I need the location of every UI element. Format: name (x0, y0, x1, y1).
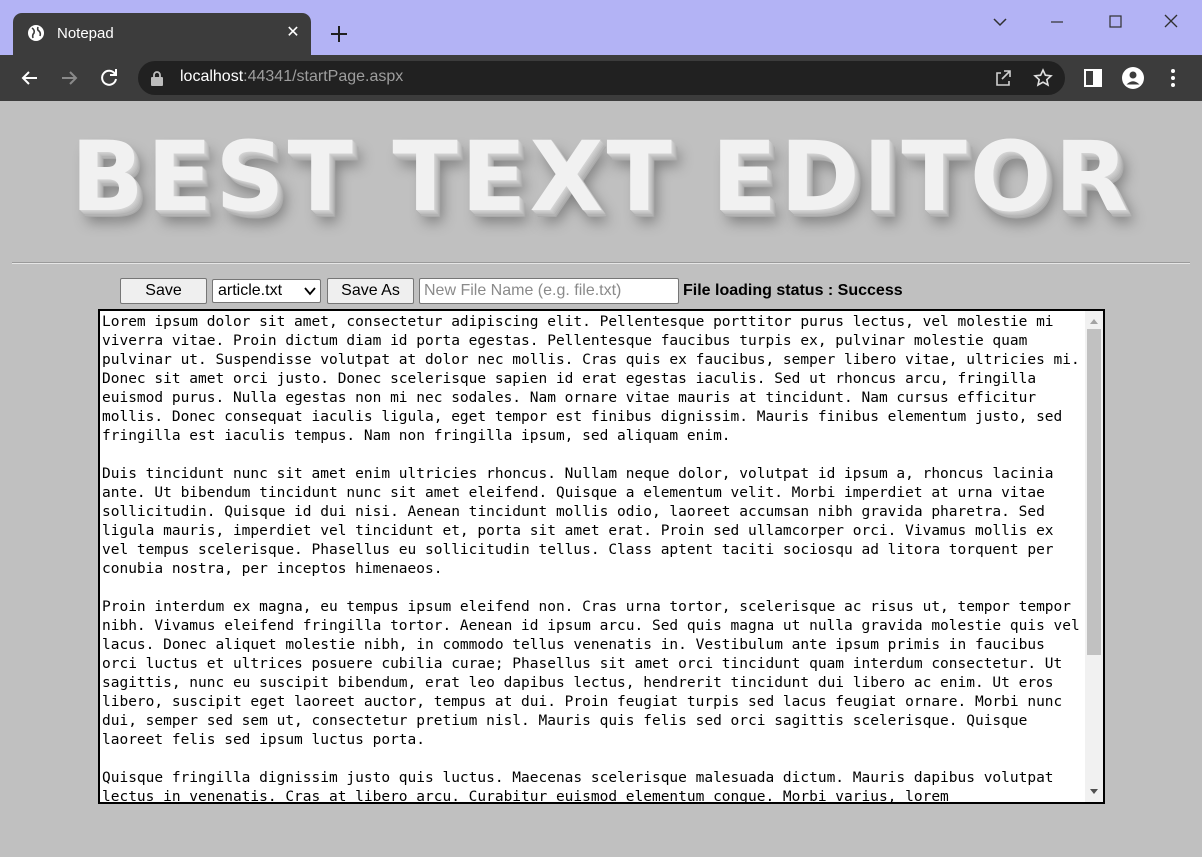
bookmark-star-icon[interactable] (1033, 68, 1053, 88)
editor-paragraph: Duis tincidunt nunc sit amet enim ultric… (102, 466, 1054, 577)
maximize-icon[interactable] (1102, 12, 1128, 32)
new-file-name-input[interactable]: New File Name (e.g. file.txt) (419, 278, 679, 304)
scroll-down-arrow-icon[interactable] (1089, 788, 1099, 796)
tab-search-chevron-icon[interactable] (987, 12, 1013, 32)
browser-tab[interactable]: Notepad ✕ (13, 13, 311, 55)
new-tab-icon[interactable] (326, 21, 352, 47)
tab-title: Notepad (57, 25, 114, 42)
share-icon[interactable] (993, 68, 1013, 88)
url-path: :44341/startPage.aspx (243, 68, 404, 85)
banner-title: BEST TEXT EDITOR (70, 121, 1132, 233)
lock-icon[interactable] (150, 70, 164, 86)
profile-avatar-icon[interactable] (1121, 66, 1145, 90)
chevron-down-icon (304, 287, 316, 296)
horizontal-divider (12, 262, 1190, 264)
text-editor-area[interactable]: Lorem ipsum dolor sit amet, consectetur … (98, 309, 1105, 804)
reload-icon[interactable] (97, 66, 121, 90)
forward-icon[interactable] (57, 66, 81, 90)
page-content: BEST TEXT EDITOR Save article.txt Save A… (0, 101, 1202, 857)
save-button[interactable]: Save (120, 278, 207, 304)
menu-kebab-icon[interactable] (1161, 66, 1185, 90)
browser-toolbar: localhost:44341/startPage.aspx (0, 55, 1202, 101)
editor-content[interactable]: Lorem ipsum dolor sit amet, consectetur … (102, 313, 1082, 804)
editor-paragraph: Lorem ipsum dolor sit amet, consectetur … (102, 314, 1080, 444)
minimize-icon[interactable] (1044, 12, 1070, 32)
file-select-value: article.txt (218, 282, 283, 299)
close-window-icon[interactable] (1158, 12, 1184, 32)
editor-paragraph: Quisque fringilla dignissim justo quis l… (102, 770, 1054, 804)
file-select[interactable]: article.txt (212, 279, 321, 303)
title-bar: Notepad ✕ (0, 0, 1202, 55)
scrollbar-thumb[interactable] (1087, 329, 1101, 655)
globe-icon (28, 25, 44, 41)
editor-paragraph: Proin interdum ex magna, eu tempus ipsum… (102, 599, 1080, 748)
side-panel-icon[interactable] (1081, 66, 1105, 90)
editor-scrollbar[interactable] (1085, 311, 1103, 802)
scroll-up-arrow-icon[interactable] (1089, 317, 1099, 325)
url-text[interactable]: localhost:44341/startPage.aspx (180, 68, 403, 86)
address-bar[interactable]: localhost:44341/startPage.aspx (138, 61, 1065, 95)
tab-close-icon[interactable]: ✕ (283, 23, 303, 43)
file-loading-status: File loading status : Success (683, 282, 903, 299)
back-icon[interactable] (18, 66, 42, 90)
save-as-button[interactable]: Save As (327, 278, 414, 304)
url-host: localhost (180, 68, 244, 85)
